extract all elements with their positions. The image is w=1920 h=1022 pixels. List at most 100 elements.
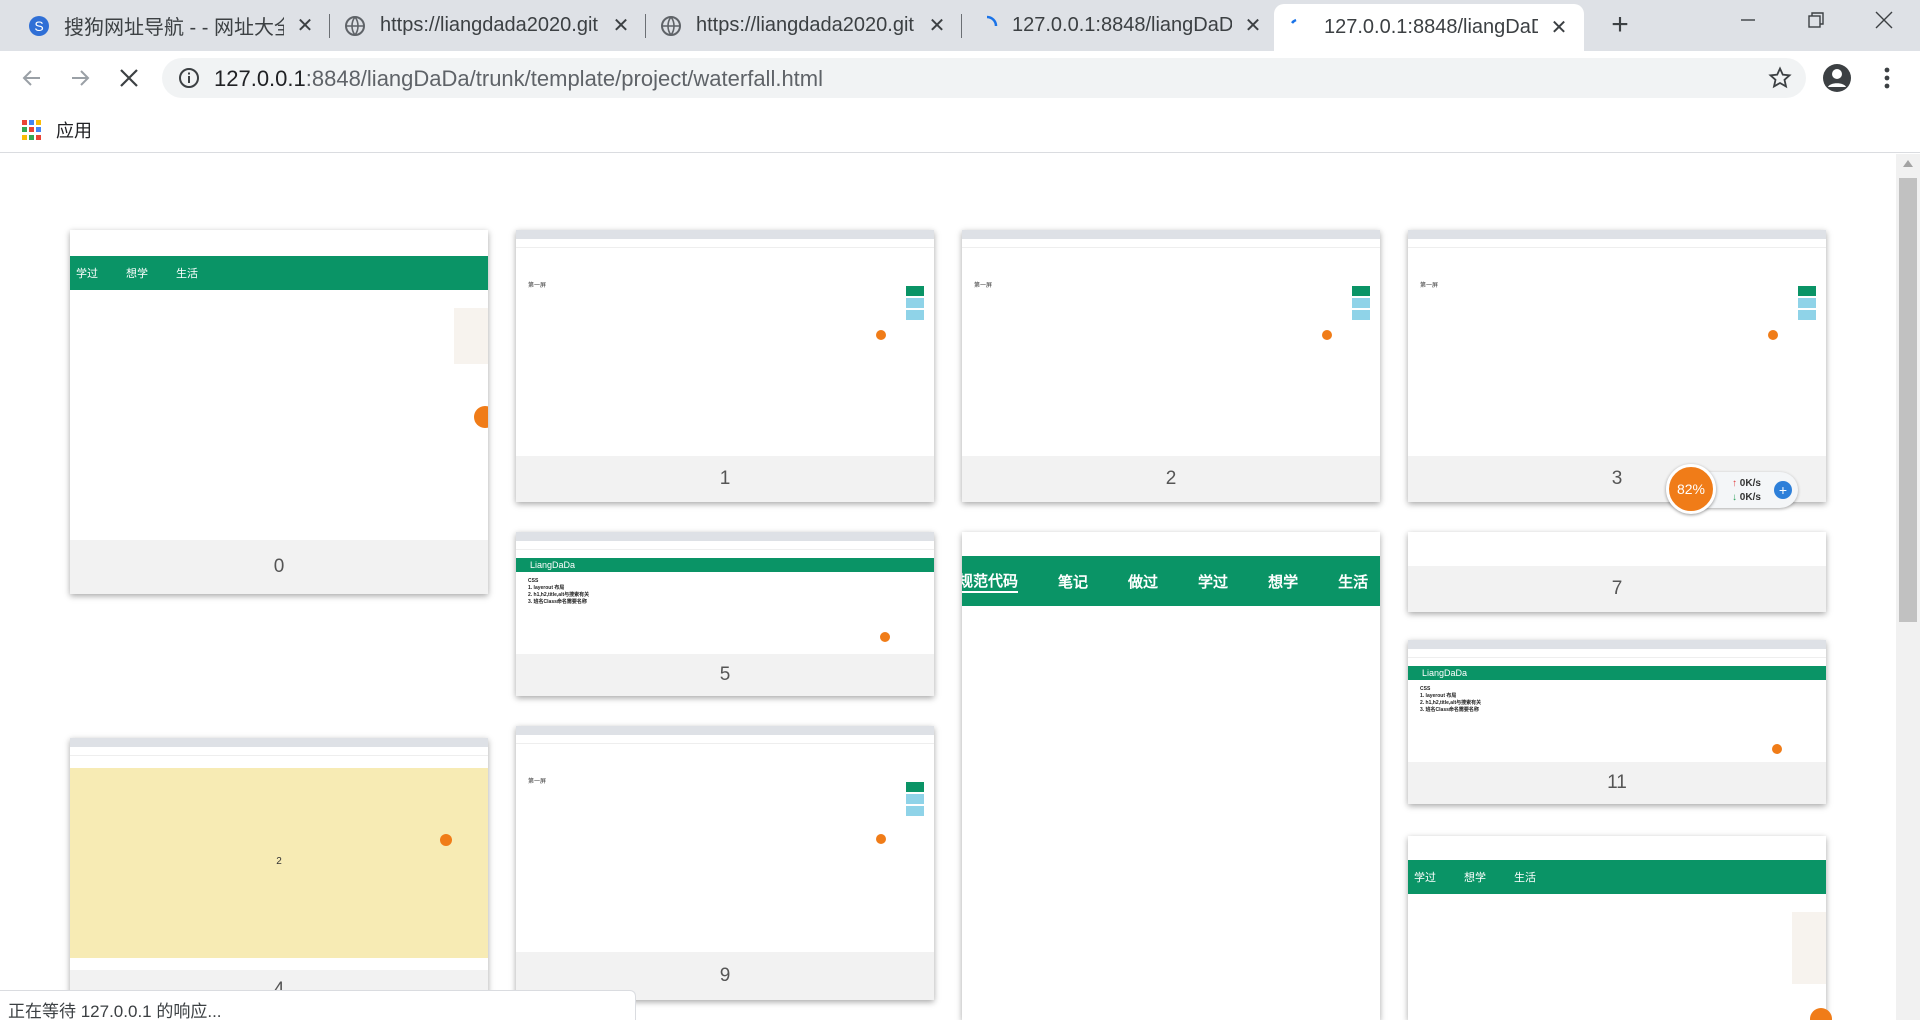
tab-local-active[interactable]: 127.0.0.1:8848/liangDaDa ✕ (1274, 4, 1584, 51)
close-window-button[interactable] (1852, 0, 1916, 40)
apps-grid-icon (22, 120, 42, 140)
card-caption: 2 (962, 456, 1380, 502)
minimize-icon (1741, 19, 1755, 21)
arrow-right-icon (72, 70, 90, 86)
new-tab-button[interactable]: + (1604, 10, 1636, 42)
stop-button[interactable] (112, 61, 146, 95)
waterfall-card-tall[interactable]: 规范代码 笔记 做过 学过 想学 生活 (962, 532, 1380, 1020)
address-bar[interactable]: 127.0.0.1:8848/liangDaDa/trunk/template/… (162, 58, 1806, 98)
scroll-up-icon[interactable] (1903, 160, 1913, 167)
tab-local-1[interactable]: 127.0.0.1:8848/liangDaDa ✕ (962, 0, 1278, 51)
more-vertical-icon (1884, 67, 1890, 89)
card-screenshot: 第一屏 (516, 230, 934, 456)
close-icon[interactable]: ✕ (610, 15, 632, 37)
waterfall-card-4[interactable]: 2 4 (70, 738, 488, 1020)
close-icon[interactable]: ✕ (1242, 15, 1264, 37)
css-line: CSS (1420, 686, 1431, 692)
menu-button[interactable] (1870, 61, 1904, 95)
toolbar: 127.0.0.1:8848/liangDaDa/trunk/template/… (0, 51, 1920, 105)
card-screenshot: 第一屏 (1408, 230, 1826, 456)
minimize-button[interactable] (1716, 0, 1780, 40)
back-button[interactable] (14, 61, 48, 95)
profile-button[interactable] (1820, 61, 1854, 95)
scrollbar-thumb[interactable] (1899, 178, 1917, 622)
tab-strip: S 搜狗网址导航 - - 网址大全 ✕ https://liangdada202… (0, 0, 1920, 51)
plus-icon[interactable]: + (1774, 481, 1792, 499)
close-icon[interactable]: ✕ (926, 15, 948, 37)
waterfall-card-0[interactable]: 学过 想学 生活 0 (70, 230, 488, 594)
tab-sogou[interactable]: S 搜狗网址导航 - - 网址大全 ✕ (14, 0, 330, 51)
bookmarks-bar: 应用 (0, 105, 1920, 153)
download-rate: ↓ 0K/s (1732, 492, 1761, 503)
tab-title: 127.0.0.1:8848/liangDaDa (1324, 16, 1538, 38)
center-text: 2 (276, 856, 282, 867)
card-screenshot: 学过 想学 生活 (1408, 836, 1826, 1020)
waterfall-card-11[interactable]: LiangDaDa CSS 1. layerout 布局 2. h1,h2,ti… (1408, 640, 1826, 804)
upload-rate: ↑ 0K/s (1732, 478, 1761, 489)
orange-badge (1322, 330, 1332, 340)
page-scrollbar[interactable] (1896, 154, 1920, 1020)
download-value: 0K/s (1739, 492, 1761, 503)
close-icon[interactable]: ✕ (1548, 17, 1570, 39)
orange-badge (1772, 744, 1782, 754)
css-line: 2. h1,h2,title,alt与搜索有关 (528, 592, 590, 598)
card-screenshot: 第一屏 (962, 230, 1380, 456)
nav-bar: 学过 想学 生活 (1408, 860, 1826, 894)
star-icon[interactable] (1768, 66, 1792, 90)
waterfall-card-bottom[interactable]: 学过 想学 生活 (1408, 836, 1826, 1020)
logo-text: LiangDaDa (1422, 668, 1468, 678)
card-screenshot: LiangDaDa CSS 1. layerout 布局 2. h1,h2,ti… (516, 532, 934, 654)
card-screenshot: LiangDaDa CSS 1. layerout 布局 2. h1,h2,ti… (1408, 640, 1826, 762)
forward-button[interactable] (64, 61, 98, 95)
yellow-panel: 2 (70, 768, 488, 958)
nav-item: 笔记 (1058, 573, 1089, 591)
waterfall-card-7[interactable]: 7 (1408, 532, 1826, 612)
nav-bar: 学过 想学 生活 (70, 256, 488, 290)
tab-github-1[interactable]: https://liangdada2020.git ✕ (330, 0, 646, 51)
url-text[interactable]: 127.0.0.1:8848/liangDaDa/trunk/template/… (214, 66, 823, 92)
card-snippet: 第一屏 (1420, 283, 1439, 289)
nav-item: 想学 (1464, 872, 1486, 884)
close-icon (1875, 11, 1893, 29)
waterfall-card-5[interactable]: LiangDaDa CSS 1. layerout 布局 2. h1,h2,ti… (516, 532, 934, 696)
tab-github-2[interactable]: https://liangdada2020.git ✕ (646, 0, 962, 51)
tab-title: 搜狗网址导航 - - 网址大全 (64, 17, 284, 39)
globe-icon (661, 15, 681, 36)
orange-badge (876, 834, 886, 844)
orange-badge (880, 632, 890, 642)
logo-text: LiangDaDa (530, 560, 576, 570)
orange-badge (440, 834, 452, 846)
nav-item: 学过 (1198, 573, 1229, 591)
tab-title: 127.0.0.1:8848/liangDaDa (1012, 14, 1232, 36)
nav-bar: 规范代码 笔记 做过 学过 想学 生活 (962, 556, 1380, 606)
waterfall-card-3[interactable]: 第一屏 3 (1408, 230, 1826, 502)
card-caption: 0 (70, 540, 488, 594)
bookmark-apps[interactable]: 应用 (22, 117, 92, 143)
url-host: 127.0.0.1 (214, 66, 306, 91)
waterfall-card-2[interactable]: 第一屏 2 (962, 230, 1380, 502)
nav-item: 学过 (1414, 872, 1436, 884)
tab-title: https://liangdada2020.git (380, 14, 598, 36)
nav-item: 生活 (1338, 573, 1369, 591)
arrow-left-icon (22, 70, 40, 86)
side-panel (1792, 912, 1826, 984)
card-screenshot: 规范代码 笔记 做过 学过 想学 生活 (962, 532, 1380, 1020)
card-screenshot: 第一屏 (516, 726, 934, 952)
network-speed-widget[interactable]: 82% ↑ 0K/s ↓ 0K/s + (1666, 464, 1798, 514)
orange-badge (876, 330, 886, 340)
nav-item: 生活 (1514, 872, 1536, 884)
close-icon[interactable]: ✕ (294, 15, 316, 37)
side-buttons (1352, 286, 1370, 320)
css-line: 1. layerout 布局 (528, 585, 565, 591)
info-icon[interactable] (178, 67, 200, 89)
orange-badge (1810, 1008, 1832, 1020)
nav-bar: LiangDaDa (1408, 666, 1826, 680)
waterfall-card-9[interactable]: 第一屏 9 (516, 726, 934, 1000)
restore-button[interactable] (1784, 0, 1848, 40)
card-caption: 11 (1408, 762, 1826, 804)
nav-item: 规范代码 (962, 570, 1019, 593)
loading-icon (1291, 18, 1297, 24)
css-notes: CSS 1. layerout 布局 2. h1,h2,title,alt与搜索… (1420, 686, 1481, 714)
card-snippet: 第一屏 (528, 779, 547, 785)
waterfall-card-1[interactable]: 第一屏 1 (516, 230, 934, 502)
